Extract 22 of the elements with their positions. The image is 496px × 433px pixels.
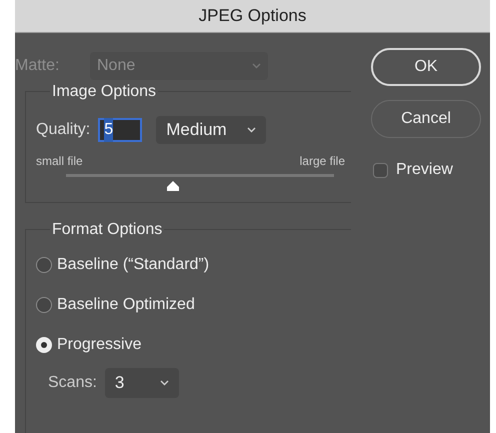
radio-icon <box>36 337 52 353</box>
chevron-icon <box>160 380 169 386</box>
quality-label: Quality: <box>36 120 90 140</box>
dialog-button[interactable]: Cancel <box>371 100 481 138</box>
radio-option[interactable]: Baseline Optimized <box>36 292 351 318</box>
quality-dropdown[interactable]: Medium <box>156 116 266 144</box>
radio-icon <box>36 257 52 273</box>
matte-label: Matte: <box>15 56 60 76</box>
chevron-icon <box>247 127 256 133</box>
slider-max-label: large file <box>300 153 345 170</box>
slider-thumb[interactable] <box>166 180 180 192</box>
preview-checkbox[interactable]: Preview <box>373 158 481 182</box>
window-title: JPEG Options <box>15 0 490 33</box>
dialog-button[interactable]: OK <box>371 48 481 86</box>
radio-option[interactable]: Baseline (“Standard”) <box>36 252 351 278</box>
radio-icon <box>36 297 52 313</box>
quality-input[interactable]: 5 <box>98 118 142 142</box>
radio-option[interactable]: Progressive <box>36 332 351 358</box>
chevron-icon <box>252 63 261 69</box>
scans-label: Scans: <box>48 373 97 393</box>
slider-min-label: small file <box>36 153 83 170</box>
scans-dropdown[interactable]: 3 <box>104 368 179 398</box>
